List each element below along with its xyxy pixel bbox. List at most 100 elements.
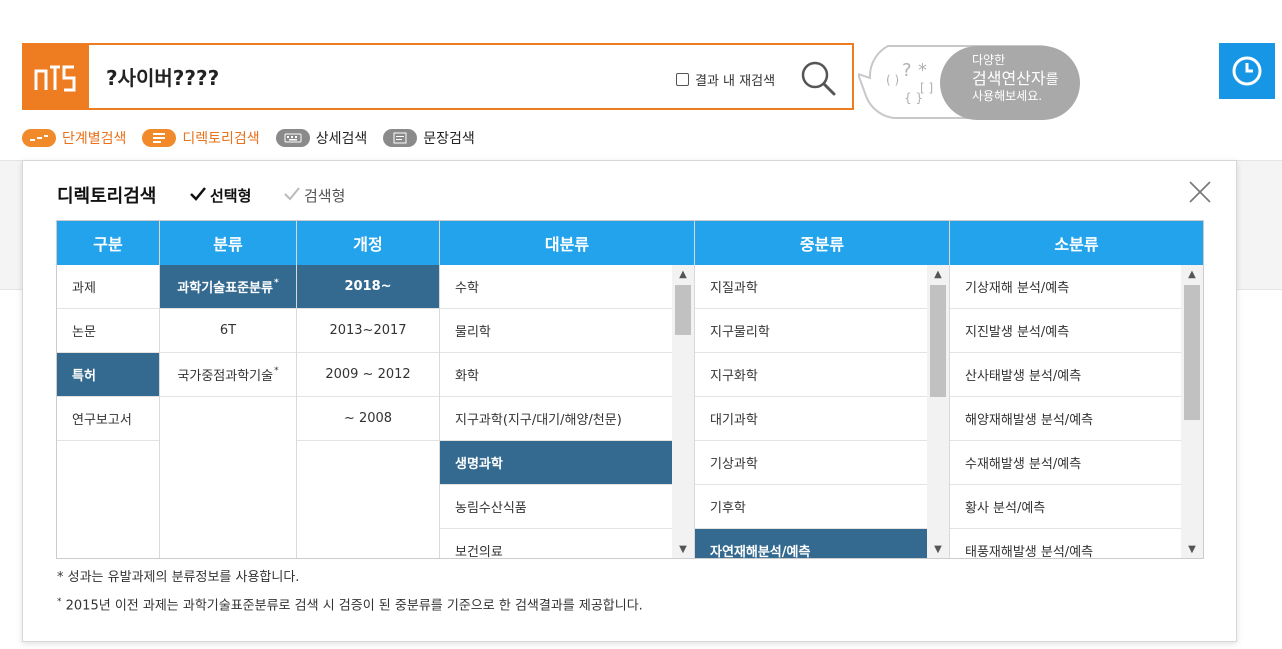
directory-item[interactable]: 과제 — [57, 265, 159, 309]
directory-item[interactable]: 해양재해발생 분석/예측 — [950, 397, 1181, 441]
column-header: 대분류 — [440, 221, 694, 265]
close-icon[interactable] — [1188, 180, 1212, 204]
directory-item[interactable]: 대기과학 — [695, 397, 928, 441]
scrollbar[interactable]: ▲ ▼ — [1181, 265, 1203, 558]
tab-sentence-search[interactable]: 문장검색 — [383, 128, 475, 148]
directory-item[interactable]: 지구과학(지구/대기/해양/천문) — [440, 397, 673, 441]
scroll-down-icon[interactable]: ▼ — [927, 540, 949, 558]
directory-item[interactable]: 논문 — [57, 309, 159, 353]
scroll-down-icon[interactable]: ▼ — [672, 540, 694, 558]
directory-item-label: 지구화학 — [710, 369, 758, 384]
directory-item[interactable]: 물리학 — [440, 309, 673, 353]
check-icon — [284, 186, 300, 205]
scroll-up-icon[interactable]: ▲ — [927, 265, 949, 283]
directory-item[interactable]: 산사태발생 분석/예측 — [950, 353, 1181, 397]
scroll-thumb[interactable] — [930, 285, 946, 397]
directory-item-label: 산사태발생 분석/예측 — [965, 369, 1082, 384]
option-select-type[interactable]: 선택형 — [190, 185, 251, 206]
column-jungbunryu: 중분류 지질과학지구물리학지구화학대기과학기상과학기후학자연재해분석/예측 ▲ … — [695, 221, 950, 558]
directory-item[interactable]: 연구보고서 — [57, 397, 159, 441]
directory-item[interactable]: 2018~ — [297, 265, 439, 309]
directory-item[interactable]: 황사 분석/예측 — [950, 485, 1181, 529]
directory-item-label: 과제 — [72, 281, 96, 296]
directory-item[interactable]: ~ 2008 — [297, 397, 439, 441]
modal-title: 디렉토리검색 — [57, 186, 157, 207]
search-icon[interactable] — [800, 60, 836, 96]
bubble-line2-suffix: 를 — [1045, 71, 1059, 88]
directory-item-label: 농림수산식품 — [455, 501, 527, 516]
directory-item[interactable]: 지진발생 분석/예측 — [950, 309, 1181, 353]
directory-item[interactable]: 지구물리학 — [695, 309, 928, 353]
search-input[interactable]: ?사이버???? — [106, 62, 219, 91]
directory-item[interactable]: 생명과학 — [440, 441, 673, 485]
directory-item[interactable]: 6T — [160, 309, 296, 353]
directory-item[interactable]: 보건의료 — [440, 529, 673, 558]
scrollbar[interactable]: ▲ ▼ — [672, 265, 694, 558]
scroll-up-icon[interactable]: ▲ — [1181, 265, 1203, 283]
column-bunryu: 분류 과학기술표준분류 * 6T 국가중점과학기술 * — [160, 221, 297, 558]
directory-item[interactable]: 기상재해 분석/예측 — [950, 265, 1181, 309]
scroll-up-icon[interactable]: ▲ — [672, 265, 694, 283]
scroll-thumb[interactable] — [675, 285, 691, 335]
directory-item-label: 지질과학 — [710, 281, 758, 296]
footnote-2-text: 2015년 이전 과제는 과학기술표준분류로 검색 시 검증이 된 중분류를 기… — [65, 598, 643, 614]
tab-step-search-label: 단계별검색 — [62, 131, 127, 147]
tab-directory-search[interactable]: 디렉토리검색 — [142, 128, 260, 148]
tab-detail-search-label: 상세검색 — [315, 131, 368, 147]
scroll-down-icon[interactable]: ▼ — [1181, 540, 1203, 558]
directory-item[interactable]: 국가중점과학기술 * — [160, 353, 296, 397]
history-button[interactable] — [1219, 43, 1275, 99]
directory-item[interactable]: 수학 — [440, 265, 673, 309]
footnote-marker: * — [273, 277, 279, 288]
directory-item-label: 기상과학 — [710, 457, 758, 472]
column-header: 구분 — [57, 221, 159, 265]
directory-item[interactable]: 수재해발생 분석/예측 — [950, 441, 1181, 485]
directory-item[interactable]: 기상과학 — [695, 441, 928, 485]
tab-step-search[interactable]: 단계별검색 — [22, 128, 126, 148]
directory-item-label: 2018~ — [344, 279, 392, 294]
logo[interactable] — [22, 43, 90, 110]
directory-item-label: 수학 — [455, 281, 479, 296]
directory-item-label: 논문 — [72, 325, 96, 340]
option-select-label: 선택형 — [210, 187, 252, 205]
directory-item-label: 보건의료 — [455, 545, 503, 558]
option-search-type[interactable]: 검색형 — [284, 185, 345, 206]
logo-icon — [34, 65, 76, 92]
directory-item-label: 황사 분석/예측 — [965, 501, 1046, 516]
search-type-tabs: 단계별검색 디렉토리검색 상세검색 문장검색 — [22, 128, 475, 148]
directory-item[interactable]: 화학 — [440, 353, 673, 397]
scroll-thumb[interactable] — [1184, 285, 1200, 420]
column-gubun: 구분 과제논문특허연구보고서 — [57, 221, 160, 558]
recheck-option[interactable]: 결과 내 재검색 — [676, 70, 775, 89]
directory-item[interactable]: 자연재해분석/예측 — [695, 529, 928, 558]
footnote-2: * 2015년 이전 과제는 과학기술표준분류로 검색 시 검증이 된 중분류를… — [57, 597, 643, 614]
svg-text:*: * — [918, 60, 927, 81]
directory-item[interactable]: 태풍재해발생 분석/예측 — [950, 529, 1181, 558]
tab-sentence-search-label: 문장검색 — [423, 131, 475, 147]
directory-item-label: 특허 — [72, 369, 96, 384]
scrollbar[interactable]: ▲ ▼ — [927, 265, 949, 558]
column-header: 개정 — [297, 221, 439, 265]
directory-item-label: 2009 ~ 2012 — [325, 367, 411, 382]
directory-item[interactable]: 과학기술표준분류 * — [160, 265, 296, 309]
directory-item-label: 지구물리학 — [710, 325, 770, 340]
directory-item[interactable]: 지질과학 — [695, 265, 928, 309]
directory-item-label: 물리학 — [455, 325, 491, 340]
directory-item[interactable]: 농림수산식품 — [440, 485, 673, 529]
directory-item-label: 화학 — [455, 369, 479, 384]
recheck-label: 결과 내 재검색 — [695, 74, 776, 89]
operator-tip-text: 다양한 검색연산자를 사용해보세요. — [972, 53, 1059, 105]
directory-item-label: 자연재해분석/예측 — [710, 545, 811, 558]
directory-item[interactable]: 2013~2017 — [297, 309, 439, 353]
directory-item-label: 2013~2017 — [329, 323, 407, 338]
column-header: 중분류 — [695, 221, 949, 265]
keyboard-icon — [275, 129, 310, 147]
recheck-checkbox[interactable] — [676, 73, 689, 86]
directory-item[interactable]: 특허 — [57, 353, 159, 397]
directory-item[interactable]: 기후학 — [695, 485, 928, 529]
directory-item-label: 생명과학 — [455, 457, 503, 472]
directory-item[interactable]: 지구화학 — [695, 353, 928, 397]
bubble-line3: 사용해보세요. — [972, 89, 1043, 104]
tab-detail-search[interactable]: 상세검색 — [275, 128, 368, 148]
directory-item[interactable]: 2009 ~ 2012 — [297, 353, 439, 397]
